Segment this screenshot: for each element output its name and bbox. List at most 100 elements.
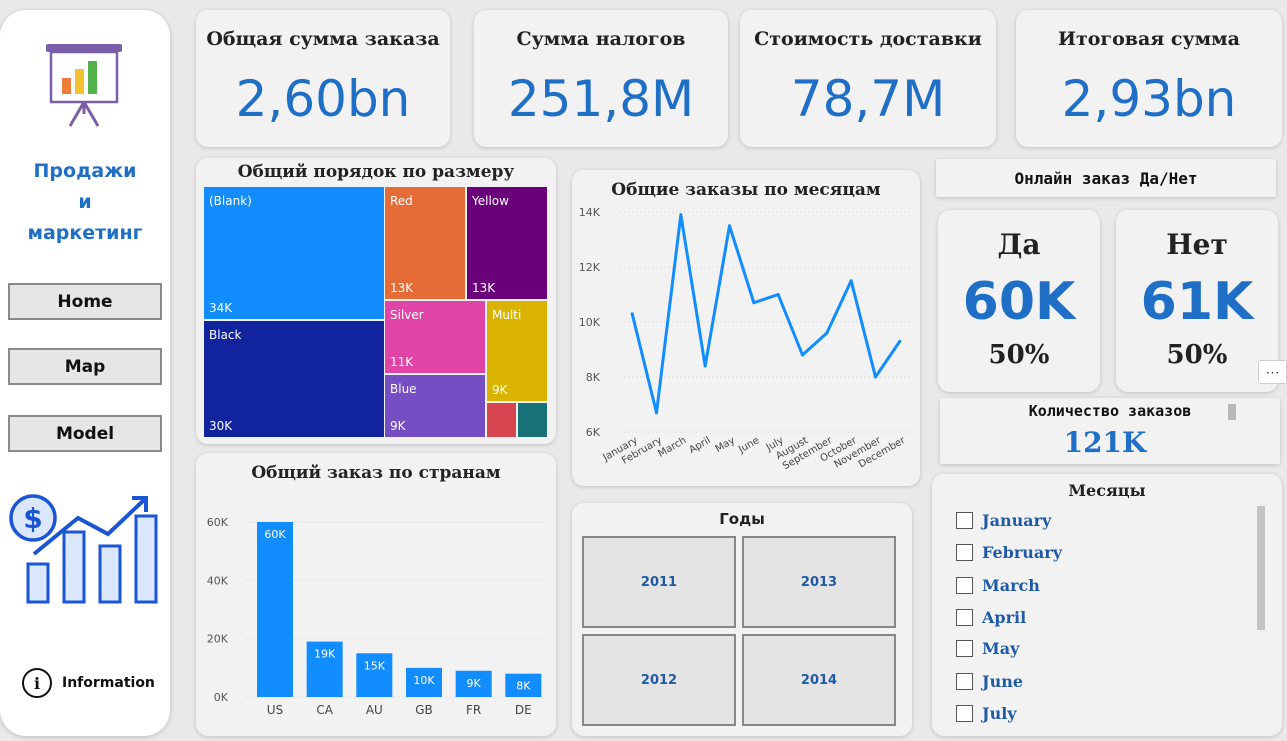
checkbox[interactable] <box>956 609 973 626</box>
more-options-button[interactable]: ⋯ <box>1258 360 1287 384</box>
data-point[interactable] <box>874 375 877 379</box>
series-line[interactable] <box>630 213 902 415</box>
sidebar: Продажи и маркетинг Home Map Model $ i I… <box>0 10 170 736</box>
bar-data-label: 10K <box>413 674 435 687</box>
line-chart: 6K8K10K12K14KJanuaryFebruaryMarch April Ma… <box>579 206 912 472</box>
year-2012-button[interactable]: 2012 <box>582 634 736 726</box>
online-order-title: Онлайн заказ Да/Нет <box>1014 168 1198 188</box>
month-march-option[interactable]: March <box>956 576 1040 595</box>
model-button[interactable]: Model <box>8 415 162 452</box>
data-point[interactable] <box>630 312 634 316</box>
treemap-tile-value: 13K <box>472 281 496 295</box>
month-label: February <box>982 543 1063 562</box>
treemap-tile[interactable]: (Blank) 34K <box>204 187 384 319</box>
map-button[interactable]: Map <box>8 348 162 385</box>
treemap-tile[interactable]: Blue 9K <box>385 375 485 437</box>
month-june-option[interactable]: June <box>956 672 1023 691</box>
data-point[interactable] <box>728 224 731 228</box>
y-tick-label: 40K <box>207 574 229 587</box>
y-tick-label: 60K <box>207 516 229 529</box>
month-january-option[interactable]: January <box>956 511 1051 530</box>
kpi-value: 2,60bn <box>235 70 411 128</box>
kpi-total-order: Общая сумма заказа 2,60bn <box>196 10 450 147</box>
data-point[interactable] <box>898 339 902 343</box>
data-point[interactable] <box>703 364 707 368</box>
kpi-shipping-cost: Стоимость доставки 78,7M <box>740 10 996 147</box>
presentation-chart-icon <box>46 44 122 127</box>
kpi-value: 251,8M <box>507 70 695 128</box>
month-april-option[interactable]: April <box>956 608 1026 627</box>
treemap-tile-name: Silver <box>390 308 424 322</box>
treemap-tile[interactable]: Black 30K <box>204 321 384 437</box>
y-tick-label: 8K <box>586 371 601 384</box>
information-button[interactable]: i Information <box>22 668 155 698</box>
checkbox[interactable] <box>956 544 973 561</box>
bar-chart: 0K 20K 40K 60K 60K US 19K CA 15K AU 10K GB 9K FR 8K DE <box>207 516 544 717</box>
kpi-tax-amount: Сумма налогов 251,8M <box>474 10 728 147</box>
month-label: March <box>982 576 1040 595</box>
checkbox[interactable] <box>956 640 973 657</box>
scrollbar[interactable] <box>1257 506 1265 630</box>
x-tick-label: DE <box>515 703 532 717</box>
treemap-tile[interactable]: Silver 11K <box>385 301 485 373</box>
kpi-label: Итоговая сумма <box>1058 28 1240 50</box>
treemap-tile-value: 9K <box>492 383 508 397</box>
year-2011-button[interactable]: 2011 <box>582 536 736 628</box>
online-yes-card: Да 60K 50% <box>938 210 1100 392</box>
bar-data-label: 60K <box>264 528 286 541</box>
month-july-option[interactable]: July <box>956 704 1017 723</box>
chart-title: Общий порядок по размеру <box>237 162 515 182</box>
kpi-value: 78,7M <box>790 70 946 128</box>
y-tick-label: 12K <box>579 261 601 274</box>
x-tick-label: April <box>687 435 712 456</box>
treemap-tile-name: Yellow <box>472 194 509 208</box>
treemap-tile[interactable]: Multi 9K <box>487 301 547 401</box>
data-point[interactable] <box>776 293 780 296</box>
checkbox[interactable] <box>956 705 973 722</box>
treemap-tile-name: Blue <box>390 382 417 396</box>
svg-text:$: $ <box>23 502 42 535</box>
year-2014-button[interactable]: 2014 <box>742 634 896 726</box>
treemap-tile[interactable]: Yellow 13K <box>467 187 547 299</box>
treemap: (Blank) 34K Black 30K Red 13K Yellow 13K Silver 1… <box>204 187 547 437</box>
information-label: Information <box>62 675 155 691</box>
home-button[interactable]: Home <box>8 283 162 320</box>
checkbox[interactable] <box>956 577 973 594</box>
months-slicer: Месяцы January February March April May … <box>932 474 1282 736</box>
month-label: July <box>982 704 1017 723</box>
yes-value: 60K <box>962 272 1076 332</box>
treemap-tile-value: 9K <box>390 419 406 433</box>
month-may-option[interactable]: May <box>956 639 1019 658</box>
month-february-option[interactable]: February <box>956 543 1062 562</box>
treemap-tile-name: Red <box>390 194 413 208</box>
sales-growth-icon: $ <box>9 494 158 604</box>
bar-data-label: 15K <box>364 659 386 672</box>
y-tick-label: 14K <box>579 206 601 219</box>
treemap-tile[interactable] <box>487 403 516 437</box>
month-label: April <box>982 608 1027 627</box>
treemap-tile-name: (Blank) <box>209 194 252 208</box>
treemap-tile[interactable] <box>518 403 547 437</box>
scroll-handle <box>1228 404 1236 420</box>
x-tick-label: FR <box>466 703 481 717</box>
month-label: June <box>982 672 1024 691</box>
data-point[interactable] <box>679 213 683 217</box>
no-value: 61K <box>1140 272 1254 332</box>
checkbox[interactable] <box>956 512 973 529</box>
year-2013-button[interactable]: 2013 <box>742 536 896 628</box>
treemap-tile[interactable]: Red 13K <box>385 187 465 299</box>
x-tick-label: March <box>656 435 688 460</box>
country-orders-card: Общий заказ по странам 0K 20K 40K 60K 60K US 1… <box>196 453 556 736</box>
data-point[interactable] <box>801 353 804 357</box>
data-point[interactable] <box>655 411 658 415</box>
bar[interactable] <box>257 522 293 697</box>
treemap-tile-value: 13K <box>390 281 414 295</box>
data-point[interactable] <box>752 301 756 305</box>
kpi-label: Сумма налогов <box>516 28 686 50</box>
month-label: January <box>982 511 1052 530</box>
data-point[interactable] <box>849 279 853 283</box>
data-point[interactable] <box>825 331 829 335</box>
checkbox[interactable] <box>956 673 973 690</box>
online-no-card: Нет 61K 50% <box>1116 210 1278 392</box>
size-treemap-card: Общий порядок по размеру (Blank) 34K Black… <box>196 158 556 444</box>
